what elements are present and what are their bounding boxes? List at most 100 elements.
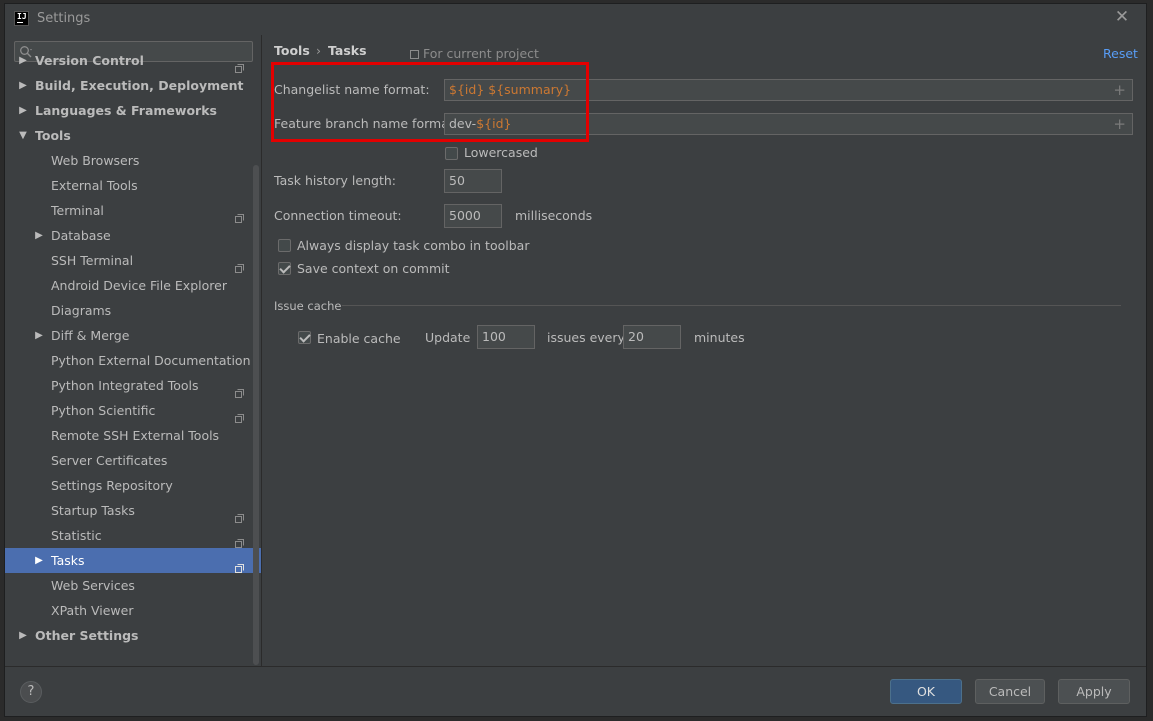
minutes-field[interactable]: 20 <box>623 325 681 349</box>
connection-timeout-field[interactable]: 5000 <box>444 204 502 228</box>
sidebar-item-label: Tasks <box>51 553 85 568</box>
collapsed-arrow-icon[interactable]: ▶ <box>33 223 45 248</box>
project-level-icon <box>235 531 244 548</box>
sidebar-item-diff-merge[interactable]: ▶ Diff & Merge <box>5 323 261 348</box>
sidebar-item-label: Diagrams <box>51 303 112 318</box>
sidebar-item-build-execution-deployment[interactable]: ▶ Build, Execution, Deployment <box>5 73 261 98</box>
add-variable-icon[interactable]: + <box>1113 114 1126 134</box>
sidebar-item-label: Version Control <box>35 53 144 68</box>
timeout-unit-label: milliseconds <box>515 208 593 223</box>
sidebar-scrollbar[interactable] <box>253 165 259 665</box>
sidebar-item-web-services[interactable]: Web Services <box>5 573 261 598</box>
sidebar-item-tasks[interactable]: ▶ Tasks <box>5 548 261 573</box>
sidebar-item-terminal[interactable]: Terminal <box>5 198 261 223</box>
enable-cache-checkbox[interactable] <box>298 331 311 344</box>
feature-branch-format-field[interactable]: dev-${id} + <box>444 113 1133 135</box>
update-count-field[interactable]: 100 <box>477 325 535 349</box>
token-prefix: dev- <box>449 116 477 131</box>
window-title: Settings <box>37 11 91 26</box>
sidebar-item-android-device-file-explorer[interactable]: Android Device File Explorer <box>5 273 261 298</box>
token-summary: ${summary} <box>488 82 572 97</box>
title-bar: IJ Settings ✕ <box>5 4 1146 35</box>
breadcrumb-separator: › <box>316 43 321 58</box>
collapsed-arrow-icon[interactable]: ▶ <box>17 48 29 73</box>
sidebar-item-label: Terminal <box>51 203 104 218</box>
project-level-icon <box>235 206 244 223</box>
sidebar-item-tools[interactable]: ▼ Tools <box>5 123 261 148</box>
task-history-label: Task history length: <box>274 173 396 188</box>
sidebar-item-web-browsers[interactable]: Web Browsers <box>5 148 261 173</box>
collapsed-arrow-icon[interactable]: ▶ <box>17 623 29 648</box>
sidebar-item-python-external-documentation[interactable]: Python External Documentation <box>5 348 261 373</box>
sidebar-item-remote-ssh-external-tools[interactable]: Remote SSH External Tools <box>5 423 261 448</box>
add-variable-icon[interactable]: + <box>1113 80 1126 100</box>
sidebar-item-label: Web Browsers <box>51 153 140 168</box>
project-level-icon <box>235 381 244 398</box>
lowercased-checkbox[interactable] <box>445 147 458 160</box>
reset-link[interactable]: Reset <box>1103 46 1138 61</box>
sidebar-item-label: Other Settings <box>35 628 139 643</box>
sidebar-item-python-scientific[interactable]: Python Scientific <box>5 398 261 423</box>
collapsed-arrow-icon[interactable]: ▶ <box>17 73 29 98</box>
changelist-format-label: Changelist name format: <box>274 82 430 97</box>
settings-dialog: IJ Settings ✕ ▶ Version Control ▶ Build, Ex… <box>5 4 1146 716</box>
issue-cache-separator <box>342 305 1121 306</box>
expanded-arrow-icon[interactable]: ▼ <box>17 123 29 148</box>
scope-label: For current project <box>423 46 539 61</box>
token-id: ${id} <box>476 116 512 131</box>
sidebar-item-label: Android Device File Explorer <box>51 278 227 293</box>
minutes-label: minutes <box>694 330 745 345</box>
sidebar-item-server-certificates[interactable]: Server Certificates <box>5 448 261 473</box>
sidebar-item-other-settings[interactable]: ▶ Other Settings <box>5 623 261 648</box>
sidebar-item-diagrams[interactable]: Diagrams <box>5 298 261 323</box>
sidebar-item-label: XPath Viewer <box>51 603 134 618</box>
sidebar-item-python-integrated-tools[interactable]: Python Integrated Tools <box>5 373 261 398</box>
sidebar-item-external-tools[interactable]: External Tools <box>5 173 261 198</box>
settings-sidebar: ▶ Version Control ▶ Build, Execution, Deplo… <box>5 35 261 666</box>
sidebar-item-label: Diff & Merge <box>51 328 130 343</box>
always-display-label: Always display task combo in toolbar <box>297 238 530 253</box>
sidebar-item-ssh-terminal[interactable]: SSH Terminal <box>5 248 261 273</box>
sidebar-item-xpath-viewer[interactable]: XPath Viewer <box>5 598 261 623</box>
changelist-format-field[interactable]: ${id} ${summary} + <box>444 79 1133 101</box>
sidebar-item-label: Database <box>51 228 111 243</box>
task-history-field[interactable]: 50 <box>444 169 502 193</box>
cancel-button[interactable]: Cancel <box>975 679 1045 704</box>
scope-indicator: For current project <box>410 46 539 61</box>
token-id: ${id} <box>449 82 485 97</box>
sidebar-item-statistic[interactable]: Statistic <box>5 523 261 548</box>
save-context-checkbox[interactable] <box>278 262 291 275</box>
sidebar-item-label: Startup Tasks <box>51 503 135 518</box>
collapsed-arrow-icon[interactable]: ▶ <box>33 323 45 348</box>
apply-button[interactable]: Apply <box>1058 679 1130 704</box>
collapsed-arrow-icon[interactable]: ▶ <box>33 548 45 573</box>
breadcrumb-tasks: Tasks <box>328 43 367 58</box>
app-icon-text: IJ <box>17 12 27 21</box>
sidebar-item-languages-frameworks[interactable]: ▶ Languages & Frameworks <box>5 98 261 123</box>
close-icon[interactable]: ✕ <box>1112 7 1132 27</box>
always-display-checkbox[interactable] <box>278 239 291 252</box>
sidebar-item-label: Tools <box>35 128 71 143</box>
intellij-app-icon: IJ <box>14 11 29 26</box>
sidebar-item-label: Build, Execution, Deployment <box>35 78 244 93</box>
issue-cache-title: Issue cache <box>274 299 342 313</box>
breadcrumb-tools[interactable]: Tools <box>274 43 310 58</box>
ok-button[interactable]: OK <box>890 679 962 704</box>
project-level-icon <box>235 556 244 573</box>
save-context-label: Save context on commit <box>297 261 450 276</box>
sidebar-item-database[interactable]: ▶ Database <box>5 223 261 248</box>
tasks-settings-panel: Tools › Tasks For current project Reset … <box>261 35 1146 666</box>
sidebar-item-label: Python Integrated Tools <box>51 378 199 393</box>
sidebar-item-label: Python External Documentation <box>51 353 251 368</box>
sidebar-item-label: Statistic <box>51 528 102 543</box>
project-level-icon <box>235 506 244 523</box>
feature-branch-format-label: Feature branch name format: <box>274 116 458 131</box>
sidebar-item-settings-repository[interactable]: Settings Repository <box>5 473 261 498</box>
dialog-footer: ? OK Cancel Apply <box>5 666 1146 716</box>
sidebar-item-startup-tasks[interactable]: Startup Tasks <box>5 498 261 523</box>
help-button[interactable]: ? <box>20 681 42 703</box>
issues-every-label: issues every <box>547 330 625 345</box>
collapsed-arrow-icon[interactable]: ▶ <box>17 98 29 123</box>
sidebar-item-label: External Tools <box>51 178 138 193</box>
sidebar-item-version-control[interactable]: ▶ Version Control <box>5 48 261 73</box>
